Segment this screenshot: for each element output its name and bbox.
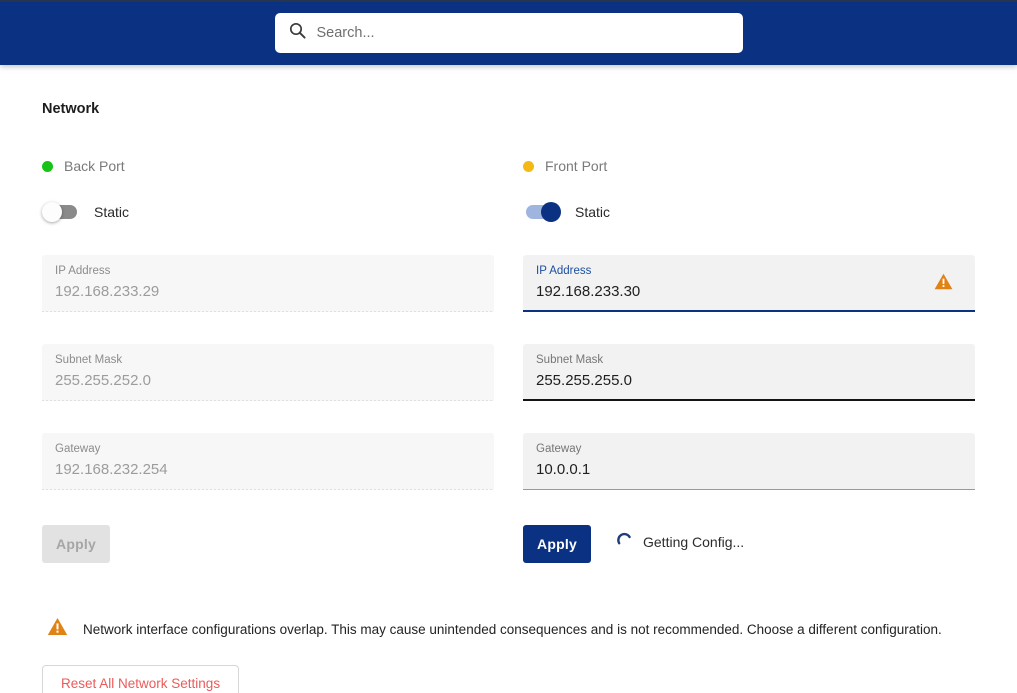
ip-address-field-back[interactable]: IP Address 192.168.233.29 — [42, 255, 494, 312]
subnet-mask-field-front[interactable]: Subnet Mask 255.255.255.0 — [523, 344, 975, 401]
port-column-back: Back Port Static IP Address 192.168.233.… — [42, 157, 494, 563]
ip-address-label-back: IP Address — [55, 265, 111, 277]
port-name-back: Back Port — [64, 158, 125, 174]
loading-text: Getting Config... — [643, 534, 745, 550]
static-toggle-label-back: Static — [94, 204, 130, 220]
subnet-mask-value-front: 255.255.255.0 — [536, 372, 632, 389]
status-dot-green — [42, 160, 53, 172]
port-column-front: Front Port Static IP Address 192.168.233… — [523, 157, 975, 563]
reset-all-network-settings-button[interactable]: Reset All Network Settings — [42, 665, 240, 693]
gateway-field-back[interactable]: Gateway 192.168.232.254 — [42, 433, 494, 490]
search-input[interactable] — [316, 24, 729, 41]
port-header-front: Front Port — [523, 157, 975, 175]
static-toggle-row-back: Static — [42, 201, 494, 223]
field-underline — [42, 400, 494, 401]
gateway-label-back: Gateway — [55, 443, 101, 455]
gateway-label-front: Gateway — [536, 443, 582, 455]
static-toggle-back[interactable] — [42, 202, 80, 222]
page-content: Network Back Port Static IP Address 192.… — [0, 101, 1017, 693]
static-toggle-front[interactable] — [523, 202, 561, 222]
static-toggle-row-front: Static — [523, 201, 975, 223]
spinner-icon — [615, 531, 633, 554]
subnet-mask-label-back: Subnet Mask — [55, 354, 123, 366]
gateway-value-back: 192.168.232.254 — [55, 461, 168, 478]
warning-triangle-icon — [47, 617, 68, 641]
port-header-back: Back Port — [42, 157, 494, 175]
port-columns: Back Port Static IP Address 192.168.233.… — [42, 157, 975, 563]
gateway-field-front[interactable]: Gateway 10.0.0.1 — [523, 433, 975, 490]
apply-row-back: Apply — [42, 525, 494, 563]
field-underline — [42, 311, 494, 312]
status-dot-amber — [523, 160, 534, 172]
field-underline — [523, 399, 975, 401]
field-underline — [523, 489, 975, 490]
ip-address-value-front: 192.168.233.30 — [536, 283, 641, 300]
search-icon — [289, 22, 306, 44]
port-name-front: Front Port — [545, 158, 608, 174]
gateway-value-front: 10.0.0.1 — [536, 461, 591, 478]
warning-triangle-icon — [934, 273, 953, 295]
static-toggle-label-front: Static — [575, 204, 611, 220]
page-title: Network — [42, 101, 100, 117]
search-box[interactable] — [274, 12, 743, 53]
overlap-warning-banner: Network interface configurations overlap… — [42, 617, 975, 641]
apply-row-front: Apply Getting Config... — [523, 525, 975, 563]
ip-address-label-front: IP Address — [536, 265, 592, 277]
app-header — [0, 0, 1017, 65]
apply-button-front[interactable]: Apply — [523, 525, 591, 563]
ip-address-value-back: 192.168.233.29 — [55, 283, 160, 300]
subnet-mask-label-front: Subnet Mask — [536, 354, 604, 366]
ip-address-field-front[interactable]: IP Address 192.168.233.30 — [523, 255, 975, 312]
loading-indicator: Getting Config... — [615, 531, 744, 554]
subnet-mask-value-back: 255.255.252.0 — [55, 372, 151, 389]
field-underline — [523, 310, 975, 312]
field-underline — [42, 489, 494, 490]
subnet-mask-field-back[interactable]: Subnet Mask 255.255.252.0 — [42, 344, 494, 401]
overlap-warning-text: Network interface configurations overlap… — [83, 621, 942, 637]
apply-button-back: Apply — [42, 525, 110, 563]
